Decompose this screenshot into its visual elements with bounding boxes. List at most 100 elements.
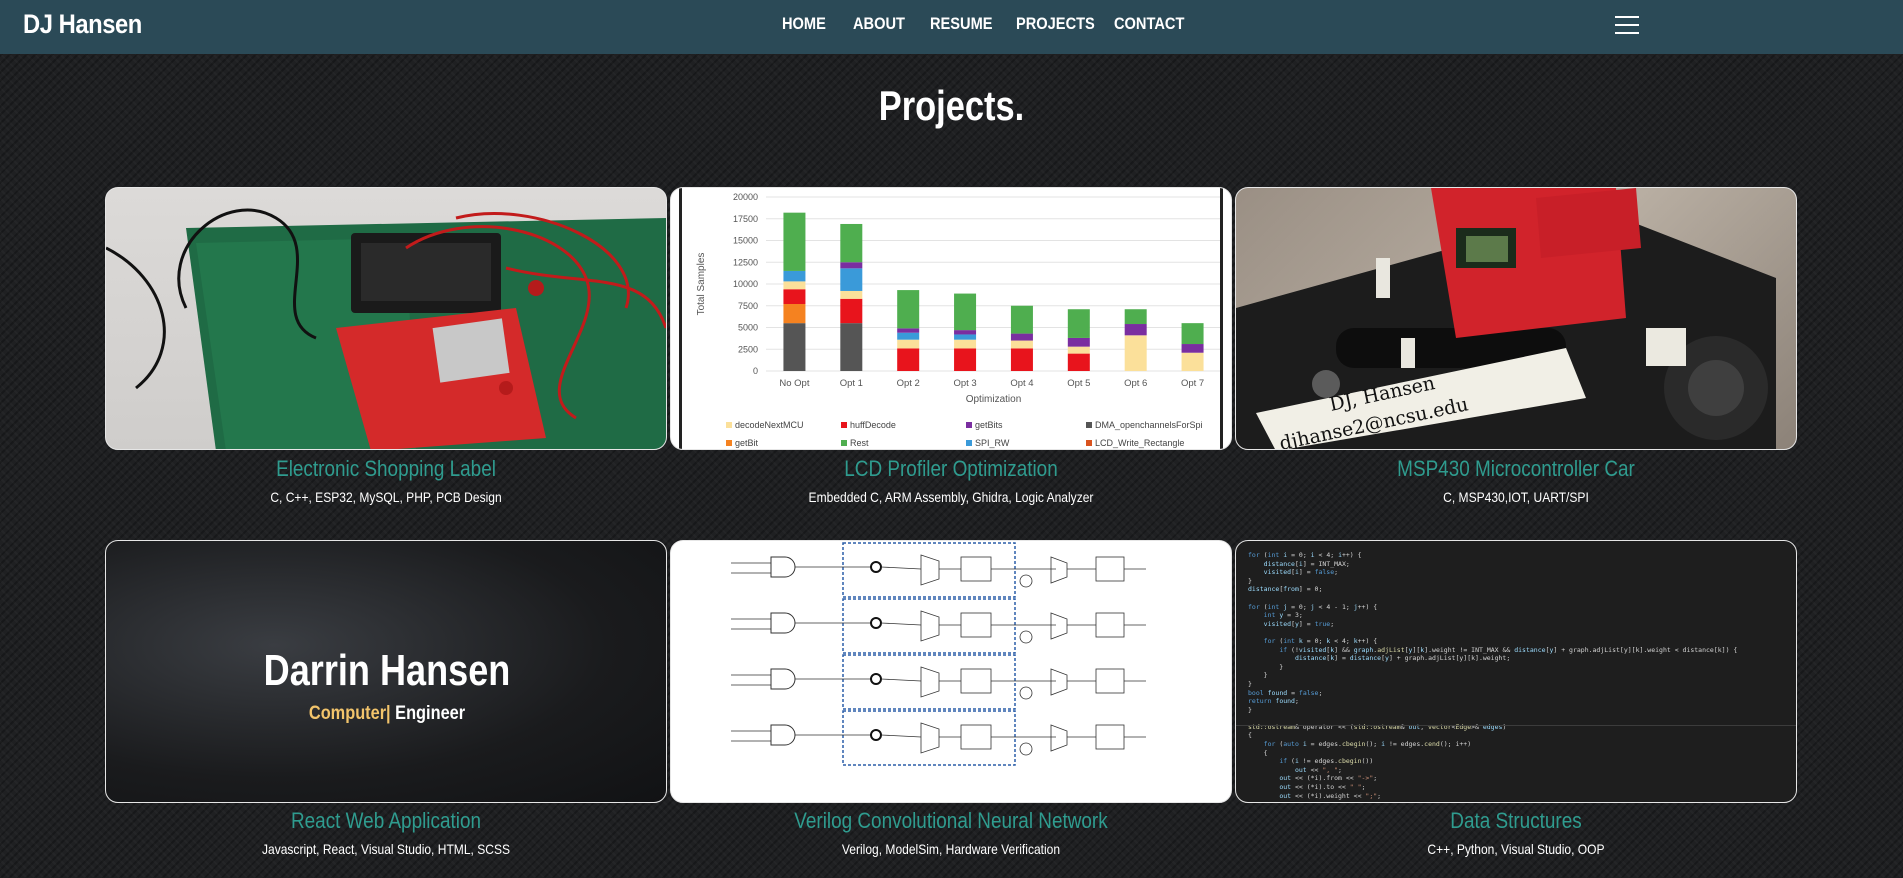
chart-bar-segment [897, 332, 920, 340]
chart-x-axis-label: Optimization [966, 394, 1022, 405]
chart-bar-segment [783, 281, 806, 290]
chart-bar-segment [954, 330, 977, 335]
profiler-stacked-bar-chart: 0 2500 5000 7500 10000 12500 15000 17500 20000 No… [696, 192, 1221, 448]
chart-legend-label: Rest [850, 438, 869, 448]
chart-bar-segment [954, 293, 977, 331]
project-tags-react-app: Javascript, React, Visual Studio, HTML, … [261, 841, 511, 857]
project-image-lcd-profiler[interactable]: 0 2500 5000 7500 10000 12500 15000 17500 20000 No… [670, 187, 1232, 450]
schematic-wire [880, 622, 922, 626]
chart-legend-label: SPI_RW [975, 438, 1010, 448]
chart-x-tick-label: No Opt [779, 378, 809, 389]
chart-image-border [1220, 188, 1223, 449]
schematic-register [960, 724, 992, 750]
chart-y-tick-label: 7500 [738, 301, 758, 311]
chart-legend-swatch [1086, 422, 1092, 428]
project-image-react-app[interactable]: Darrin Hansen Computer| Engineer [105, 540, 667, 803]
project-image-shopping-label[interactable] [105, 187, 667, 450]
chart-y-tick-label: 17500 [733, 214, 758, 224]
project-tags-data-structures: C++, Python, Visual Studio, OOP [1427, 841, 1605, 857]
project-title-msp430-car[interactable]: MSP430 Microcontroller Car [1274, 456, 1757, 482]
schematic-mux [1050, 668, 1068, 696]
schematic-block-outline [842, 598, 1016, 654]
chart-y-tick-label: 5000 [738, 323, 758, 333]
chart-bar-segment [1124, 309, 1147, 325]
chart-legend-swatch [726, 440, 732, 446]
chart-bar-segment [954, 334, 977, 340]
top-navbar: DJ Hansen HOME ABOUT RESUME PROJECTS CON… [0, 0, 1903, 54]
project-image-data-structures[interactable]: for (int i = 0; i < 4; i++) { distance[i… [1235, 540, 1797, 803]
chart-y-tick-label: 2500 [738, 344, 758, 354]
nav-link-about[interactable]: ABOUT [853, 14, 905, 34]
schematic-compare [1019, 686, 1033, 700]
schematic-mux [920, 554, 940, 586]
chart-bar-segment [783, 212, 806, 271]
chart-legend-swatch [966, 440, 972, 446]
chart-bar-segment [1067, 337, 1090, 347]
chart-bar-segment [1010, 305, 1033, 334]
schematic-register [1095, 668, 1125, 694]
chart-bar-segment [840, 298, 863, 324]
schematic-wire [880, 566, 922, 570]
car-photo-illustration: DJ, Hansen djhanse2@ncsu.edu [1236, 188, 1776, 449]
project-title-shopping-label[interactable]: Electronic Shopping Label [144, 456, 627, 482]
chart-bar-segment [1010, 333, 1033, 341]
nav-link-contact[interactable]: CONTACT [1114, 14, 1184, 34]
chart-legend-swatch [1086, 440, 1092, 446]
schematic-gate [770, 612, 796, 634]
project-image-msp430-car[interactable]: DJ, Hansen djhanse2@ncsu.edu [1235, 187, 1797, 450]
chart-bar-segment [1067, 309, 1090, 338]
chart-legend-label: DMA_openchannelsForSpi [1095, 420, 1203, 430]
project-title-react-app[interactable]: React Web Application [144, 808, 627, 834]
project-title-verilog-cnn[interactable]: Verilog Convolutional Neural Network [709, 808, 1192, 834]
schematic-register [1095, 556, 1125, 582]
schematic-register [1095, 612, 1125, 638]
chart-y-tick-label: 15000 [733, 236, 758, 246]
chart-y-tick-label: 0 [753, 366, 758, 376]
schematic-block-outline [842, 542, 1016, 598]
schematic-compare [1019, 630, 1033, 644]
chart-y-tick-label: 12500 [733, 257, 758, 267]
schematic-mux [920, 666, 940, 698]
chart-x-tick-label: Opt 3 [953, 378, 976, 389]
schematic-mux [1050, 724, 1068, 752]
schematic-register [1095, 724, 1125, 750]
chart-bar-segment [840, 290, 863, 299]
nav-link-home[interactable]: HOME [782, 14, 826, 34]
project-title-data-structures[interactable]: Data Structures [1274, 808, 1757, 834]
schematic-gate [770, 668, 796, 690]
chart-bar-segment [783, 289, 806, 305]
schematic-mux [920, 610, 940, 642]
schematic-block-outline [842, 654, 1016, 710]
chart-bar-segment [840, 268, 863, 291]
hero-role-text: Engineer [390, 703, 466, 724]
project-image-verilog-cnn[interactable] [670, 540, 1232, 803]
project-tags-verilog-cnn: Verilog, ModelSim, Hardware Verification [841, 841, 1061, 857]
hamburger-menu-icon[interactable] [1615, 15, 1639, 36]
schematic-register [960, 668, 992, 694]
chart-legend-swatch [841, 440, 847, 446]
chart-bar-segment [1181, 344, 1204, 353]
chart-bar-segment [897, 328, 920, 333]
chart-x-tick-label: Opt 2 [897, 378, 920, 389]
chart-x-tick-label: Opt 4 [1010, 378, 1033, 389]
chart-bar-segment [783, 270, 806, 282]
hero-role: Computer| Engineer [145, 703, 628, 725]
schematic-register [960, 612, 992, 638]
chart-bar-segment [1067, 346, 1090, 354]
nav-link-projects[interactable]: PROJECTS [1016, 14, 1095, 34]
chart-bar-segment [897, 290, 920, 329]
chart-bar-segment [783, 304, 806, 324]
schematic-compare [1019, 742, 1033, 756]
schematic-register [960, 556, 992, 582]
chart-bar-segment [1124, 335, 1147, 371]
schematic-wire [880, 678, 922, 682]
chart-bar-segment [840, 223, 863, 263]
chart-y-tick-label: 10000 [733, 279, 758, 289]
project-title-lcd-profiler[interactable]: LCD Profiler Optimization [709, 456, 1192, 482]
schematic-adder [870, 617, 882, 629]
page-title: Projects. [878, 82, 1025, 129]
pcb-photo-illustration [106, 208, 666, 449]
nav-link-resume[interactable]: RESUME [930, 14, 993, 34]
chart-bar-segment [954, 348, 977, 371]
chart-bar-segment [1010, 348, 1033, 371]
